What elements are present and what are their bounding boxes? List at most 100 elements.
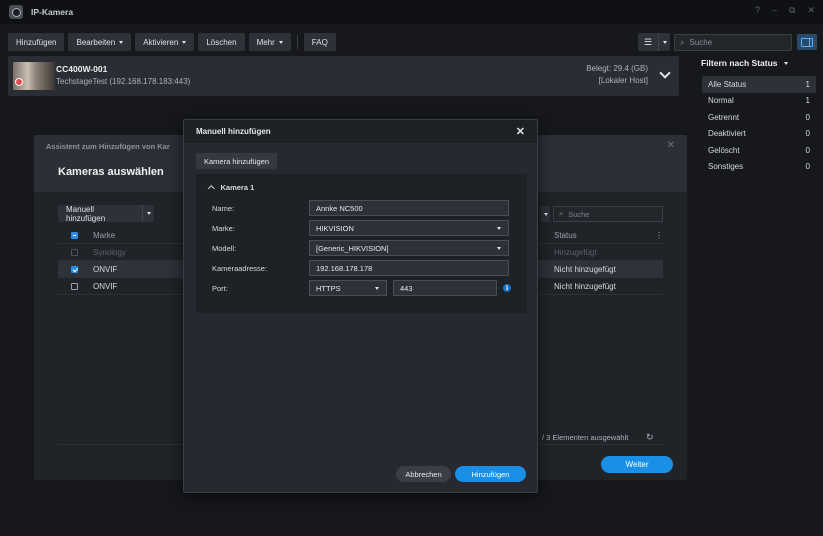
toolbar: Hinzufügen Bearbeiten Aktivieren Löschen… [8,33,336,51]
toolbar-divider [296,35,298,49]
next-button[interactable]: Weiter [601,456,673,473]
name-field[interactable]: Annke NC500 [309,200,509,216]
side-panel-icon [801,37,813,47]
search-placeholder: Suche [689,38,713,47]
caret-down-icon [662,40,667,44]
delete-button[interactable]: Löschen [198,33,245,51]
info-icon[interactable]: i [503,284,511,292]
filter-item-label: Getrennt [708,112,740,122]
manual-add-dropdown[interactable] [142,205,154,222]
wizard-step-title: Kameras auswählen [58,166,164,178]
wizard-search-input[interactable]: ⌕ Suche [553,206,663,222]
port-field[interactable]: 443 [393,280,497,296]
camera-section-header[interactable]: Kamera 1 [208,183,255,192]
filter-item-label: Alle Status [708,79,747,89]
camera-name: CC400W-001 [56,64,108,74]
filter-item-label: Sonstiges [708,162,744,172]
filter-item-count: 0 [805,162,810,172]
delete-button-label: Löschen [206,37,237,47]
form-row-port: Port: HTTPS 443 i [212,280,512,296]
filter-item-other[interactable]: Sonstiges 0 [702,159,816,176]
model-value: [Generic_HIKVISION] [316,243,389,253]
more-button[interactable]: Mehr [248,33,291,51]
column-status[interactable]: Status [554,231,577,240]
refresh-icon[interactable]: ↻ [646,432,654,443]
model-label: Modell: [212,243,237,253]
add-button[interactable]: Hinzufügen [8,33,65,51]
minimize-icon[interactable]: – [772,5,777,16]
app-title: IP-Kamera [31,7,74,17]
help-icon[interactable]: ? [755,5,760,16]
camera-section-title: Kamera 1 [220,183,255,192]
edit-button[interactable]: Bearbeiten [68,33,132,51]
cancel-button[interactable]: Abbrechen [396,466,451,482]
protocol-select[interactable]: HTTPS [309,280,387,296]
filter-item-count: 0 [805,145,810,155]
close-icon[interactable]: ✕ [667,140,675,151]
list-view-icon[interactable]: ☰ [638,37,658,48]
more-vertical-icon[interactable]: ⋮ [655,231,663,240]
activate-button[interactable]: Aktivieren [135,33,195,51]
dialog-header: Manuell hinzufügen ✕ [184,120,537,143]
filter-item-normal[interactable]: Normal 1 [702,93,816,110]
dialog-title: Manuell hinzufügen [196,127,271,136]
chevron-up-icon[interactable] [208,185,215,192]
wizard-filter-dropdown[interactable] [541,206,550,222]
restore-icon[interactable]: ⧉ [789,5,795,16]
row-checkbox[interactable] [71,282,78,290]
row-brand: Synology [93,247,126,257]
manual-add-dialog: Manuell hinzufügen ✕ Kamera hinzufügen K… [183,119,538,493]
filter-item-count: 0 [805,129,810,139]
filter-list: Alle Status 1 Normal 1 Getrennt 0 Deaktivie… [702,76,816,175]
select-all-checkbox[interactable] [71,231,78,239]
camera-location: [Lokaler Host] [598,76,648,85]
filter-panel-toggle[interactable] [797,34,817,50]
filter-item-disabled[interactable]: Deaktiviert 0 [702,126,816,143]
form-row-model: Modell: [Generic_HIKVISION] [212,240,512,256]
filter-item-disconnected[interactable]: Getrennt 0 [702,109,816,126]
filter-item-count: 1 [805,96,810,106]
view-mode-dropdown[interactable] [658,33,670,51]
form-row-brand: Marke: HIKVISION [212,220,512,236]
name-label: Name: [212,203,235,213]
submit-add-button[interactable]: Hinzufügen [455,466,526,482]
address-value: 192.168.178.178 [316,263,373,273]
camera-storage-used: Belegt: 29.4 (GB) [586,64,648,73]
camera-address-field[interactable]: 192.168.178.178 [309,260,509,276]
camera-card[interactable]: CC400W-001 TechstageTest (192.168.178.18… [8,56,679,96]
filter-item-all[interactable]: Alle Status 1 [702,76,816,93]
brand-label: Marke: [212,223,235,233]
search-input[interactable]: ⌕ Suche [674,34,792,51]
filter-title-label: Filtern nach Status [701,58,778,68]
add-button-label: Hinzufügen [16,37,57,47]
wizard-search-placeholder: Suche [568,209,590,219]
caret-down-icon [375,287,379,290]
add-camera-button[interactable]: Kamera hinzufügen [196,153,278,169]
filter-item-deleted[interactable]: Gelöscht 0 [702,142,816,159]
row-checkbox[interactable] [71,265,78,273]
model-select[interactable]: [Generic_HIKVISION] [309,240,509,256]
row-brand: ONVIF [93,264,118,274]
row-status: Nicht hinzugefügt [554,264,616,274]
caret-down-icon [543,212,548,216]
caret-down-icon [146,212,151,215]
faq-button[interactable]: FAQ [303,33,336,51]
manual-add-button[interactable]: Manuell hinzufügen [58,205,154,223]
form-row-name: Name: Annke NC500 [212,200,512,216]
chevron-down-icon[interactable] [659,67,671,79]
port-label: Port: [212,283,228,293]
caret-down-icon [497,247,501,250]
title-bar: IP-Kamera ? – ⧉ ✕ [0,0,823,24]
column-brand[interactable]: Marke [93,231,153,240]
view-mode-toggle[interactable]: ☰ [638,33,670,51]
close-icon[interactable]: ✕ [516,125,525,138]
close-window-icon[interactable]: ✕ [807,5,815,16]
filter-title[interactable]: Filtern nach Status [701,58,788,68]
row-status: Hinzugefügt [554,247,597,257]
brand-select[interactable]: HIKVISION [309,220,509,236]
camera-thumbnail[interactable] [13,62,55,90]
brand-value: HIKVISION [316,223,354,233]
dialog-footer: Abbrechen Hinzufügen [184,464,537,492]
filter-item-label: Normal [708,96,734,106]
caret-down-icon [497,227,501,230]
